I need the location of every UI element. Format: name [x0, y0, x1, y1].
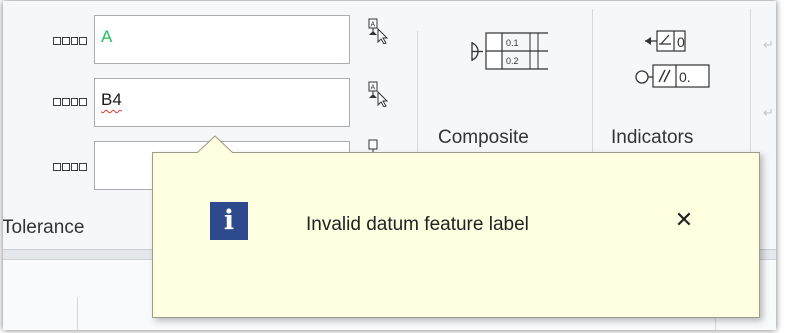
- datum-target-select-icon[interactable]: A: [366, 81, 390, 107]
- tooltip-pointer: [197, 135, 233, 153]
- indicators-icon[interactable]: 0 0.: [631, 21, 723, 93]
- ribbon-separator: [750, 9, 751, 161]
- composite-upper-value: 0.1: [506, 38, 519, 48]
- application-window: A B4 A A 0.1 0.2 0 0. Tolerance Composit…: [3, 1, 776, 330]
- workspace-divider: [77, 297, 78, 330]
- info-icon: i: [210, 202, 248, 240]
- error-tooltip: i Invalid datum feature label ✕: [152, 152, 760, 318]
- overflow-icon: ↵: [763, 105, 774, 120]
- datum-row-icon: [53, 163, 87, 171]
- group-label-composite[interactable]: Composite: [438, 127, 529, 149]
- primary-datum-field[interactable]: A: [94, 15, 350, 64]
- indicators-upper-value: 0: [677, 34, 685, 50]
- ribbon-separator: [592, 9, 593, 161]
- secondary-datum-field[interactable]: B4: [94, 78, 350, 127]
- datum-row-icon: [53, 98, 87, 106]
- indicators-lower-value: 0.: [679, 69, 691, 85]
- close-icon[interactable]: ✕: [671, 207, 697, 233]
- composite-lower-value: 0.2: [506, 56, 519, 66]
- composite-frame-icon[interactable]: 0.1 0.2: [469, 31, 551, 71]
- group-label-tolerance: Tolerance: [3, 217, 85, 238]
- overflow-icon: ↵: [763, 37, 774, 52]
- ribbon-separator: [417, 31, 418, 161]
- group-label-indicators[interactable]: Indicators: [611, 127, 693, 149]
- svg-text:A: A: [371, 22, 376, 29]
- datum-target-select-icon[interactable]: A: [366, 18, 390, 44]
- datum-row-icon: [53, 37, 87, 45]
- tooltip-message: Invalid datum feature label: [306, 214, 529, 235]
- svg-text:A: A: [371, 85, 376, 92]
